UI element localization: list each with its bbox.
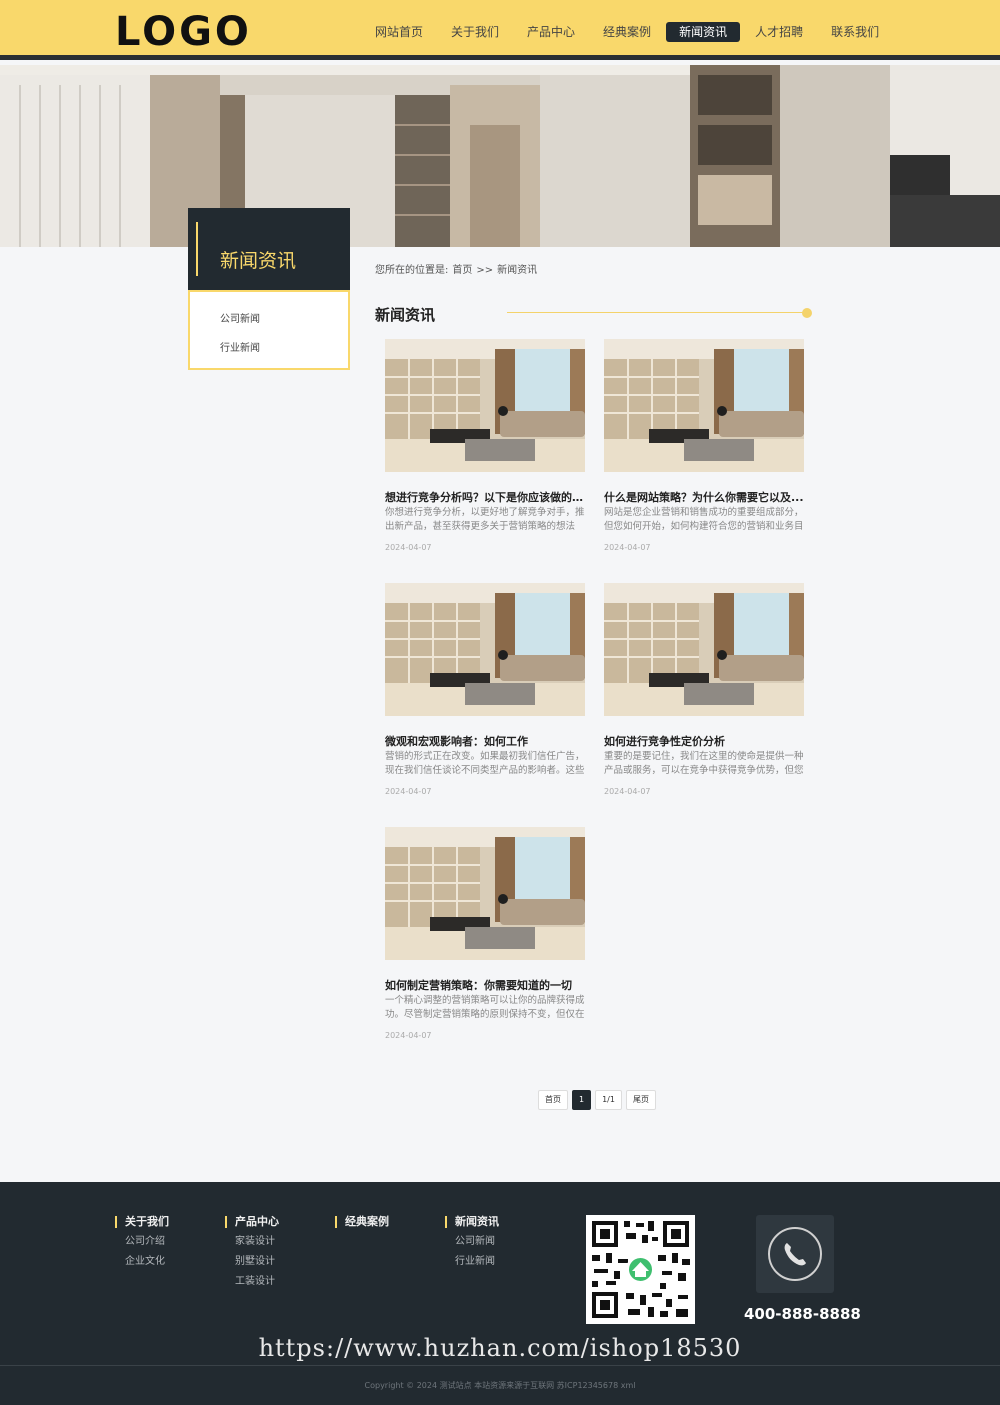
main-nav: 网站首页 关于我们 产品中心 经典案例 新闻资讯 人才招聘 联系我们 (362, 22, 894, 44)
phone-number: 400-888-8888 (744, 1305, 861, 1323)
site-header: LOGO 网站首页 关于我们 产品中心 经典案例 新闻资讯 人才招聘 联系我们 (0, 0, 1000, 60)
article-title[interactable]: 如何进行竞争性定价分析 (604, 733, 804, 749)
section-divider (507, 312, 807, 313)
footer-column-products: 产品中心 家装设计 别墅设计 工装设计 (225, 1216, 279, 1288)
article-title[interactable]: 什么是网站策略？为什么你需要它以及... (604, 489, 804, 505)
article-excerpt: 你想进行竞争分析，以更好地了解竞争对手，推出新产品，甚至获得更多关于营销策略的想… (385, 507, 585, 532)
footer-column-title[interactable]: 新闻资讯 (445, 1216, 499, 1228)
article-thumbnail[interactable] (604, 583, 804, 716)
article-title[interactable]: 微观和宏观影响者：如何工作 (385, 733, 585, 749)
nav-item-products[interactable]: 产品中心 (514, 22, 588, 42)
article-card[interactable]: 想进行竞争分析吗？以下是你应该做的7... 你想进行竞争分析，以更好地了解竞争对… (385, 339, 585, 552)
qr-code-image (586, 1215, 695, 1324)
watermark-url: https://www.huzhan.com/ishop18530 (258, 1334, 742, 1362)
phone-contact[interactable] (756, 1215, 834, 1293)
breadcrumb-separator: >> (476, 265, 494, 276)
sidebar-title: 新闻资讯 (220, 250, 297, 272)
article-thumbnail[interactable] (385, 583, 585, 716)
sidebar-header: 新闻资讯 (188, 208, 350, 290)
article-excerpt: 营销的形式正在改变。如果最初我们信任广告，现在我们信任谈论不同类型产品的影响者。… (385, 751, 585, 776)
breadcrumb-current: 新闻资讯 (497, 265, 538, 276)
site-logo[interactable]: LOGO (115, 10, 252, 54)
article-excerpt: 网站是您企业营销和销售成功的重要组成部分，但您如何开始，如何构建符合您的营销和业… (604, 507, 804, 532)
phone-icon (768, 1227, 822, 1281)
nav-item-jobs[interactable]: 人才招聘 (742, 22, 816, 42)
interior-banner-image (0, 65, 1000, 247)
copyright-text: Copyright © 2024 测试站点 本站资源来源于互联网 苏ICP123… (364, 1381, 636, 1390)
article-excerpt: 一个精心调整的营销策略可以让你的品牌获得成功。尽管制定营销策略的原则保持不变，但… (385, 995, 585, 1020)
nav-item-cases[interactable]: 经典案例 (590, 22, 664, 42)
article-date: 2024-04-07 (604, 787, 651, 796)
article-date: 2024-04-07 (604, 543, 651, 552)
article-card[interactable]: 如何制定营销策略：你需要知道的一切 一个精心调整的营销策略可以让你的品牌获得成功… (385, 827, 585, 1040)
article-date: 2024-04-07 (385, 543, 432, 552)
article-thumbnail[interactable] (385, 827, 585, 960)
article-excerpt: 重要的是要记住，我们在这里的使命是提供一种产品或服务，可以在竞争中获得竞争优势，… (604, 751, 804, 776)
article-title[interactable]: 想进行竞争分析吗？以下是你应该做的7... (385, 489, 585, 505)
footer-link[interactable]: 公司介绍 (125, 1236, 169, 1248)
sidebar-item-company-news[interactable]: 公司新闻 (220, 310, 260, 325)
article-thumbnail[interactable] (604, 339, 804, 472)
footer-link[interactable]: 企业文化 (125, 1256, 169, 1268)
article-card[interactable]: 如何进行竞争性定价分析 重要的是要记住，我们在这里的使命是提供一种产品或服务，可… (604, 583, 804, 796)
pagination-last[interactable]: 尾页 (625, 1090, 656, 1110)
nav-item-contact[interactable]: 联系我们 (818, 22, 892, 42)
nav-item-about[interactable]: 关于我们 (438, 22, 512, 42)
pagination-first[interactable]: 首页 (538, 1090, 568, 1110)
breadcrumb-prefix: 您所在的位置是: (375, 265, 449, 276)
footer-column-title[interactable]: 产品中心 (225, 1216, 279, 1228)
footer-column-about: 关于我们 公司介绍 企业文化 (115, 1216, 169, 1268)
footer-column-cases: 经典案例 (335, 1216, 389, 1228)
footer-column-news: 新闻资讯 公司新闻 行业新闻 (445, 1216, 499, 1268)
sidebar-item-industry-news[interactable]: 行业新闻 (220, 339, 260, 354)
footer-link[interactable]: 公司新闻 (455, 1236, 499, 1248)
pagination-current-page[interactable]: 1 (572, 1090, 592, 1110)
pagination-page-count: 1/1 (595, 1090, 622, 1110)
nav-item-news[interactable]: 新闻资讯 (666, 22, 741, 42)
footer-column-title[interactable]: 经典案例 (335, 1216, 389, 1228)
article-thumbnail[interactable] (385, 339, 585, 472)
section-divider-dot (802, 308, 812, 318)
sidebar-accent-bar (196, 222, 198, 276)
article-date: 2024-04-07 (385, 1031, 432, 1040)
breadcrumb-home[interactable]: 首页 (452, 265, 472, 276)
section-title: 新闻资讯 (375, 306, 436, 324)
footer-link[interactable]: 行业新闻 (455, 1256, 499, 1268)
article-title[interactable]: 如何制定营销策略：你需要知道的一切 (385, 977, 585, 993)
footer-divider (0, 1365, 1000, 1366)
qr-code (586, 1215, 695, 1324)
footer-link[interactable]: 家装设计 (235, 1236, 279, 1248)
article-card[interactable]: 什么是网站策略？为什么你需要它以及... 网站是您企业营销和销售成功的重要组成部… (604, 339, 804, 552)
footer-column-title[interactable]: 关于我们 (115, 1216, 169, 1228)
article-card[interactable]: 微观和宏观影响者：如何工作 营销的形式正在改变。如果最初我们信任广告，现在我们信… (385, 583, 585, 796)
footer-link[interactable]: 别墅设计 (235, 1256, 279, 1268)
sidebar-menu: 公司新闻 行业新闻 (188, 290, 350, 370)
breadcrumb: 您所在的位置是: 首页 >> 新闻资讯 (375, 261, 541, 276)
hero-banner (0, 65, 1000, 247)
footer-link[interactable]: 工装设计 (235, 1276, 279, 1288)
nav-item-home[interactable]: 网站首页 (362, 22, 436, 42)
article-date: 2024-04-07 (385, 787, 432, 796)
pagination: 首页 1 1/1 尾页 (538, 1090, 660, 1110)
